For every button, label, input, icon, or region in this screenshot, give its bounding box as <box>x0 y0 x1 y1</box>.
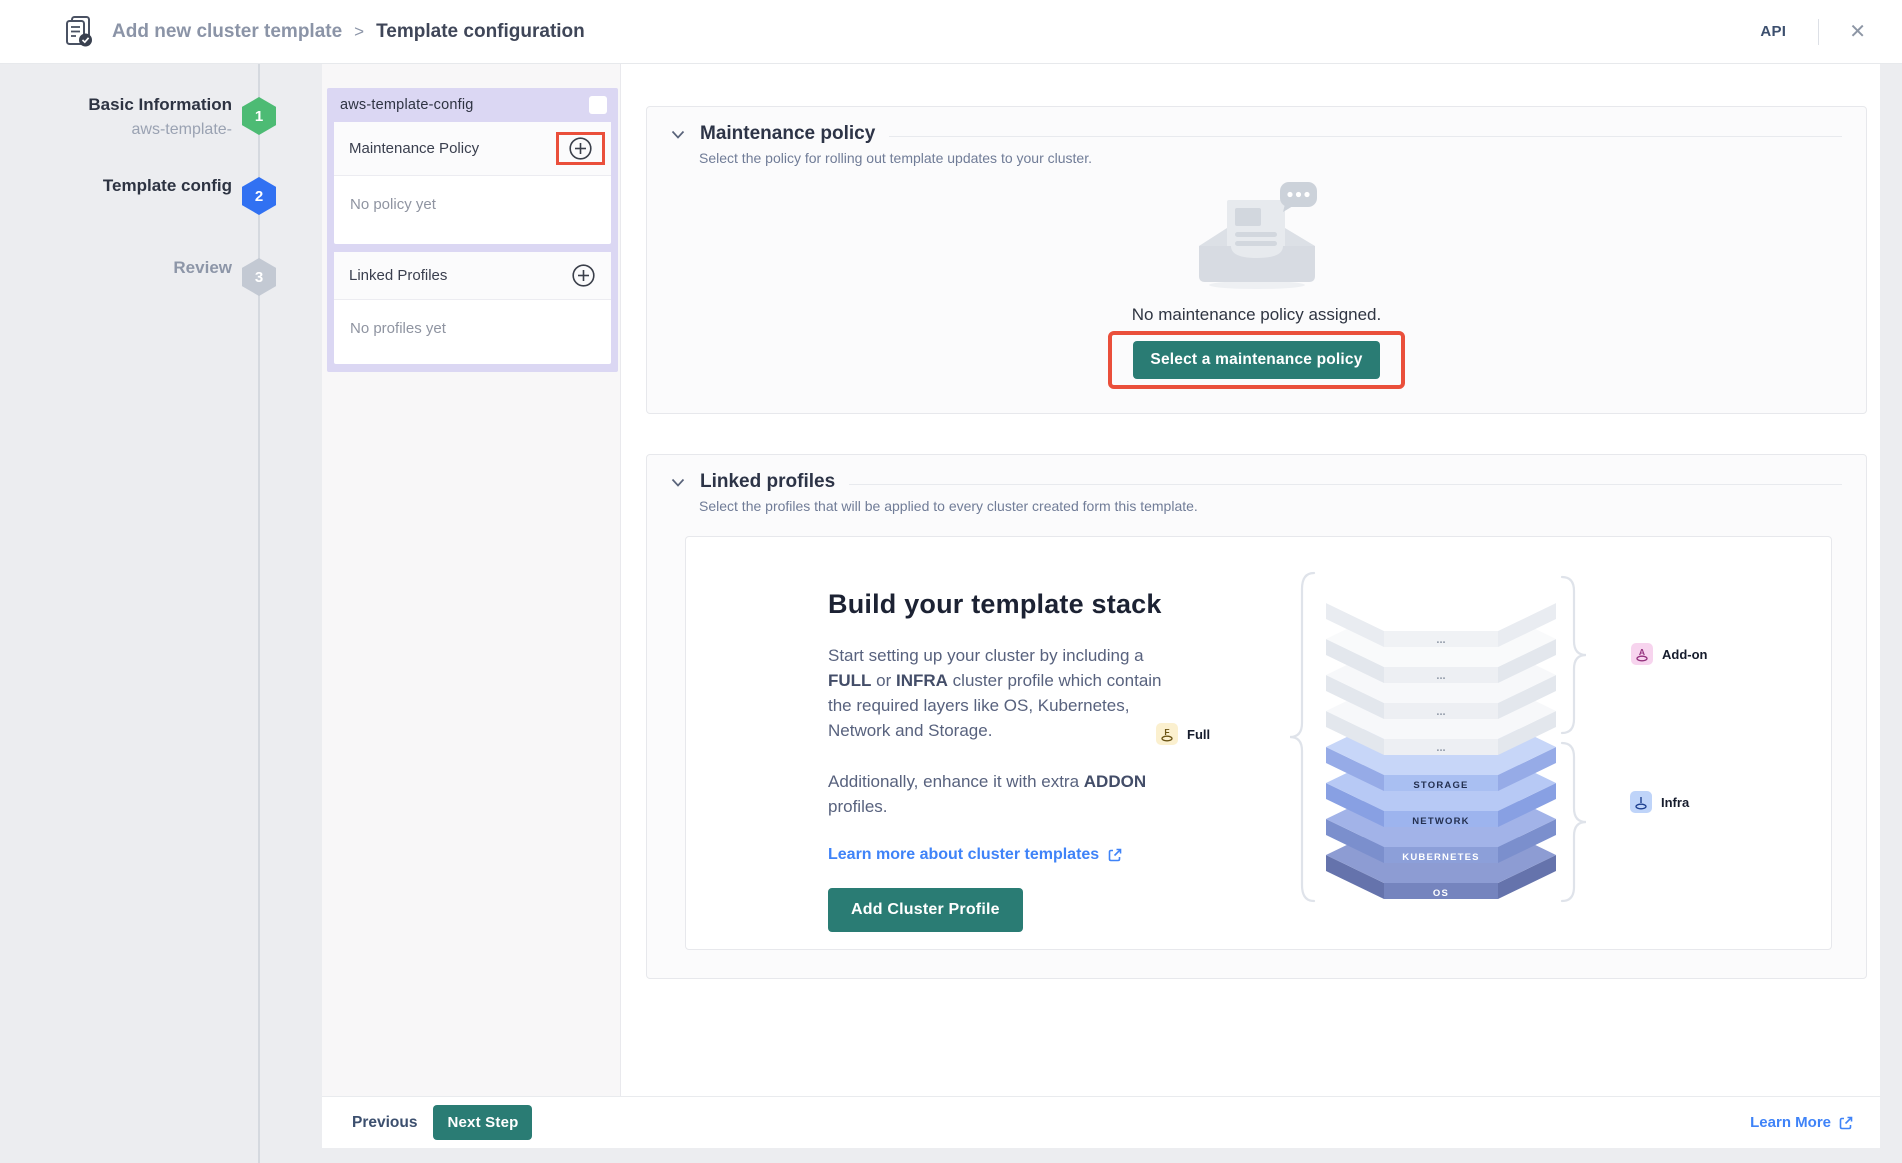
step-number: 2 <box>255 188 263 205</box>
breadcrumb-parent[interactable]: Add new cluster template <box>112 21 342 43</box>
empty-inbox-illustration <box>1187 180 1327 297</box>
empty-profiles-text: No profiles yet <box>350 320 446 337</box>
svg-text:STORAGE: STORAGE <box>1413 780 1468 791</box>
wizard-footer: Previous Next Step Learn More <box>322 1096 1880 1148</box>
next-step-button[interactable]: Next Step <box>433 1105 532 1140</box>
close-icon[interactable]: ✕ <box>1841 15 1874 48</box>
wizard-header: Add new cluster template > Template conf… <box>0 0 1902 64</box>
addon-label: Add-on <box>1662 647 1707 662</box>
config-panel-title: aws-template-config <box>340 97 474 113</box>
learn-more-templates-link[interactable]: Learn more about cluster templates <box>828 846 1164 864</box>
svg-text:...: ... <box>1436 670 1445 682</box>
breadcrumb-separator: > <box>354 22 364 42</box>
card-title: Linked Profiles <box>349 267 447 284</box>
step-basic-information[interactable]: Basic Information aws-template- <box>0 95 232 139</box>
template-stack-illustration: OS KUBERNETES <box>1126 563 1746 911</box>
section-subtitle: Select the policy for rolling out templa… <box>699 150 1842 166</box>
infra-badge-icon <box>1630 791 1652 813</box>
svg-text:OS: OS <box>1433 888 1449 899</box>
linked-profiles-section: Linked profiles Select the profiles that… <box>646 454 1867 979</box>
external-link-icon <box>1838 1115 1854 1131</box>
step-label: Review <box>0 258 232 278</box>
full-brace <box>1290 573 1314 901</box>
infra-label: Infra <box>1661 795 1689 810</box>
step-label: Basic Information <box>0 95 232 115</box>
config-panel-checkbox[interactable] <box>589 96 607 114</box>
step-template-config[interactable]: Template config <box>0 176 232 196</box>
svg-text:NETWORK: NETWORK <box>1412 816 1469 827</box>
maintenance-policy-card: Maintenance Policy No policy yet <box>334 122 611 244</box>
linked-profiles-card: Linked Profiles No profiles yet <box>334 252 611 364</box>
addon-badge-icon: A <box>1631 643 1653 665</box>
section-subtitle: Select the profiles that will be applied… <box>699 498 1842 514</box>
section-title: Linked profiles <box>700 471 835 493</box>
plus-circle-icon <box>568 136 593 161</box>
header-divider <box>1818 19 1819 45</box>
previous-button[interactable]: Previous <box>352 1114 417 1132</box>
collapse-chevron-icon[interactable] <box>671 478 685 487</box>
step-label: Template config <box>0 176 232 196</box>
build-template-stack-card: Build your template stack Start setting … <box>685 536 1832 950</box>
learn-more-link[interactable]: Learn More <box>1750 1114 1854 1131</box>
section-divider <box>849 484 1842 485</box>
infra-profile-legend: Infra <box>1630 791 1689 813</box>
external-link-icon <box>1107 847 1123 863</box>
step-badge-3[interactable]: 3 <box>242 258 276 296</box>
hexagon-stack: OS KUBERNETES <box>1226 563 1656 913</box>
maintenance-policy-section: Maintenance policy Select the policy for… <box>646 106 1867 414</box>
stepper-line <box>258 64 260 1163</box>
svg-text:...: ... <box>1436 742 1445 754</box>
plus-circle-icon <box>571 263 596 288</box>
card-title: Maintenance Policy <box>349 140 479 157</box>
card-paragraph-2: Additionally, enhance it with extra ADDO… <box>828 770 1164 820</box>
collapse-chevron-icon[interactable] <box>671 130 685 139</box>
svg-text:...: ... <box>1436 634 1445 646</box>
step-badge-2[interactable]: 2 <box>242 177 276 215</box>
svg-text:F: F <box>1164 727 1169 737</box>
addon-profile-legend: A Add-on <box>1631 643 1707 665</box>
main-content: Maintenance policy Select the policy for… <box>622 64 1880 1096</box>
add-maintenance-policy-button[interactable] <box>556 132 605 165</box>
addon-brace <box>1562 577 1586 733</box>
step-review[interactable]: Review <box>0 258 232 278</box>
link-label: Learn more about cluster templates <box>828 846 1099 864</box>
config-rail: aws-template-config Maintenance Policy <box>322 64 621 1096</box>
learn-more-label: Learn More <box>1750 1114 1831 1131</box>
template-config-panel: aws-template-config Maintenance Policy <box>327 88 618 372</box>
wizard-body: aws-template-config Maintenance Policy <box>322 64 1880 1148</box>
full-profile-legend: F Full <box>1156 723 1210 745</box>
step-badge-1[interactable]: 1 <box>242 97 276 135</box>
card-paragraph-1: Start setting up your cluster by includi… <box>828 644 1164 744</box>
step-number: 3 <box>255 269 263 286</box>
breadcrumb-current: Template configuration <box>376 21 585 43</box>
api-button[interactable]: API <box>1750 17 1796 46</box>
svg-text:KUBERNETES: KUBERNETES <box>1402 852 1479 863</box>
template-document-icon <box>64 16 94 48</box>
card-heading: Build your template stack <box>828 589 1164 620</box>
step-sublabel: aws-template- <box>0 121 232 139</box>
add-cluster-profile-button[interactable]: Add Cluster Profile <box>828 888 1023 932</box>
empty-policy-text: No policy yet <box>350 196 436 213</box>
svg-text:A: A <box>1639 647 1645 657</box>
full-label: Full <box>1187 727 1210 742</box>
infra-brace <box>1562 743 1586 901</box>
highlight-box: Select a maintenance policy <box>1108 331 1404 389</box>
section-divider <box>889 136 1842 137</box>
full-badge-icon: F <box>1156 723 1178 745</box>
select-maintenance-policy-button[interactable]: Select a maintenance policy <box>1133 341 1379 379</box>
add-linked-profile-button[interactable] <box>562 262 605 289</box>
no-policy-message: No maintenance policy assigned. <box>1132 305 1381 325</box>
svg-text:...: ... <box>1436 706 1445 718</box>
step-number: 1 <box>255 108 263 125</box>
section-title: Maintenance policy <box>700 123 875 145</box>
